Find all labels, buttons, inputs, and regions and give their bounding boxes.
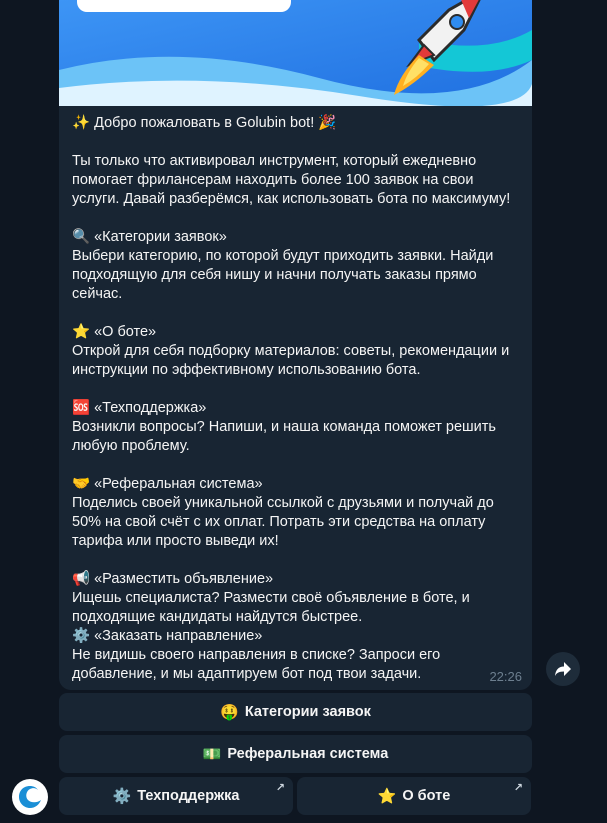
- external-arrow-icon: ↗: [275, 782, 285, 794]
- categories-button[interactable]: 🤑 Категории заявок: [59, 693, 532, 731]
- chat-area: ✨ Добро пожаловать в Golubin bot! 🎉 Ты то…: [0, 0, 607, 823]
- message-line: Открой для себя подборку материалов: сов…: [72, 343, 510, 359]
- message-line: Выбери категорию, по которой будут прихо…: [72, 248, 494, 264]
- bot-avatar-icon: [19, 786, 41, 808]
- bot-avatar[interactable]: [12, 779, 48, 815]
- message-line: тарифа или просто выведи их!: [72, 533, 279, 549]
- message-line: добавление, и мы адаптируем бот под твои…: [72, 666, 422, 682]
- message-line: Поделись своей уникальной ссылкой с друз…: [72, 495, 494, 511]
- about-button-label: О боте: [402, 788, 451, 804]
- message-line: 🔍 «Категории заявок»: [72, 229, 227, 245]
- message-line: 🤝 «Реферальная система»: [72, 476, 263, 492]
- message-line: ⭐ «О боте»: [72, 324, 157, 340]
- message-line: подходящую для себя нишу и начни получат…: [72, 267, 477, 283]
- money-face-icon: 🤑: [220, 704, 239, 721]
- message-line: 50% на свой счёт с их оплат. Потрать эти…: [72, 514, 486, 530]
- categories-button-label: Категории заявок: [244, 704, 371, 720]
- message-line: инструкции по эффективному использованию…: [72, 362, 421, 378]
- message-line: ⚙️ «Заказать направление»: [72, 628, 263, 644]
- message-bubble: ✨ Добро пожаловать в Golubin bot! 🎉 Ты то…: [59, 0, 532, 690]
- external-arrow-icon: ↗: [513, 782, 523, 794]
- banner-illustration: [59, 0, 532, 106]
- banner-image: [59, 0, 532, 106]
- message-line: Не видишь своего направления в списке? З…: [72, 647, 441, 663]
- about-button[interactable]: ⭐ О боте ↗: [297, 777, 531, 815]
- message-line: 📢 «Разместить объявление»: [72, 571, 274, 587]
- star-icon: ⭐: [377, 788, 397, 805]
- message-line: сейчас.: [72, 286, 123, 302]
- message-text: ✨ Добро пожаловать в Golubin bot! 🎉 Ты то…: [72, 114, 524, 684]
- referral-button[interactable]: 💵 Реферальная система: [59, 735, 532, 773]
- gear-icon: ⚙️: [112, 788, 132, 805]
- message-line: услуги. Давай разберёмся, как использова…: [72, 191, 511, 207]
- message-line: ✨ Добро пожаловать в Golubin bot! 🎉: [72, 115, 337, 131]
- message-line: Возникли вопросы? Напиши, и наша команда…: [72, 419, 496, 435]
- share-button[interactable]: [546, 652, 580, 686]
- share-icon: [555, 662, 571, 676]
- message-line: любую проблему.: [72, 438, 190, 454]
- message-line: Ищешь специалиста? Размести своё объявле…: [72, 590, 470, 606]
- money-icon: 💵: [202, 746, 222, 763]
- message-line: подходящие кандидаты найдутся быстрее.: [72, 609, 363, 625]
- message-line: 🆘 «Техподдержка»: [72, 400, 207, 416]
- support-button[interactable]: ⚙️ Техподдержка ↗: [59, 777, 293, 815]
- message-line: помогает фрилансерам находить более 100 …: [72, 172, 474, 188]
- referral-button-label: Реферальная система: [227, 746, 389, 762]
- message-time: 22:26: [489, 669, 522, 684]
- message-line: Ты только что активировал инструмент, ко…: [72, 153, 477, 169]
- support-button-label: Техподдержка: [137, 788, 240, 804]
